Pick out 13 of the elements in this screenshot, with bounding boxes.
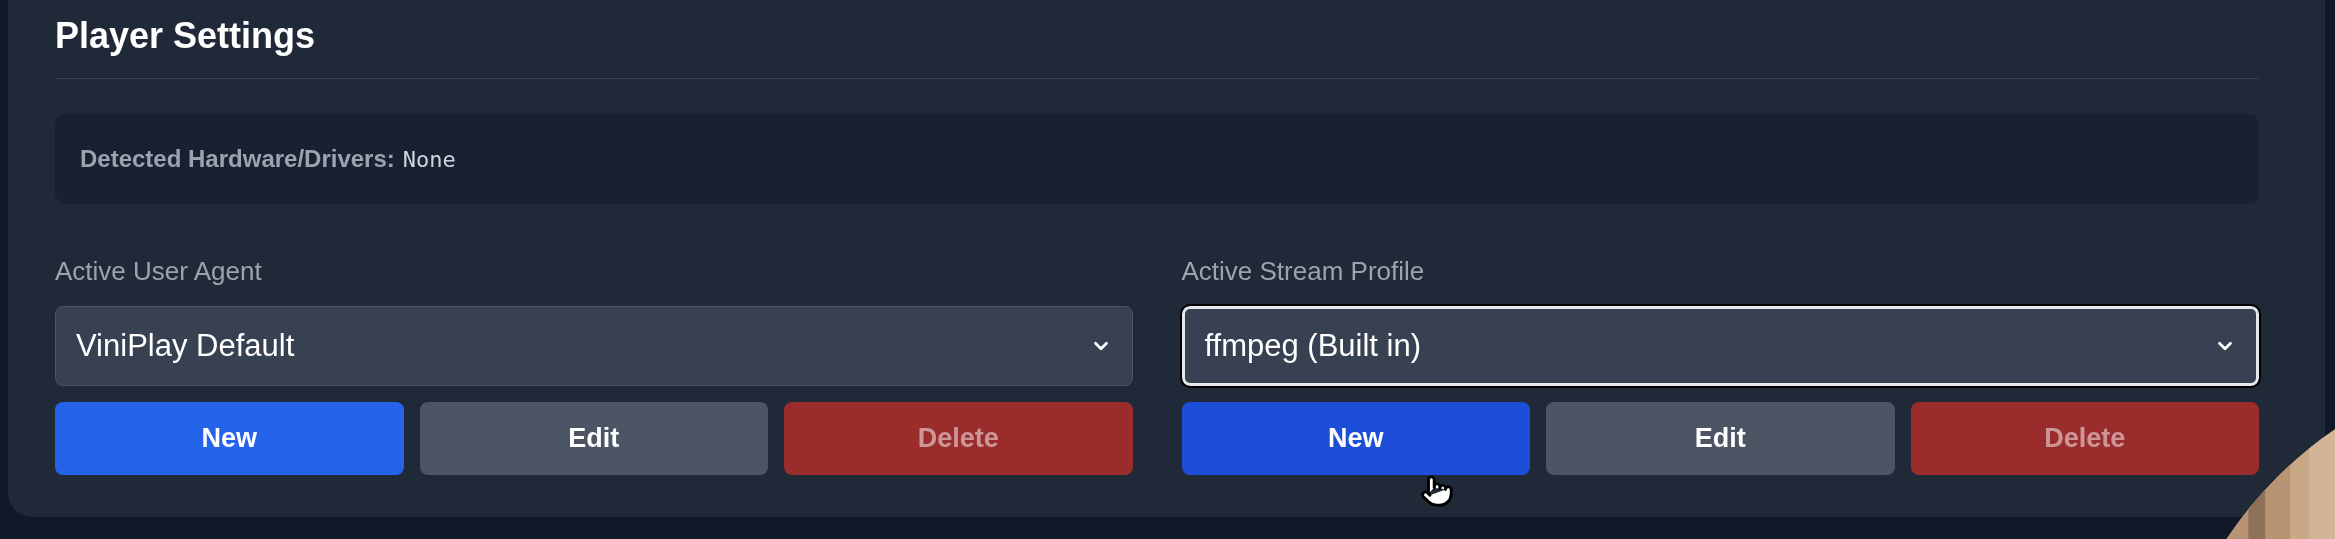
field-label: Active User Agent bbox=[55, 255, 262, 288]
dropdown-select[interactable]: ffmpeg (Built in) bbox=[1181, 306, 2259, 386]
select-value: ffmpeg (Built in) bbox=[1204, 326, 1421, 365]
select-value: ViniPlay Default bbox=[76, 326, 295, 365]
hardware-label: Detected Hardware/Drivers: bbox=[80, 144, 395, 174]
edit-button[interactable]: Edit bbox=[419, 402, 768, 475]
new-button[interactable]: New bbox=[1181, 402, 1530, 475]
hardware-value: None bbox=[402, 145, 456, 174]
new-button[interactable]: New bbox=[55, 402, 404, 475]
edit-button[interactable]: Edit bbox=[1546, 402, 1895, 475]
section-title: Player Settings bbox=[55, 12, 2259, 79]
dropdown-select[interactable]: ViniPlay Default bbox=[55, 306, 1133, 386]
field-label: Active Stream Profile bbox=[1181, 255, 1425, 288]
